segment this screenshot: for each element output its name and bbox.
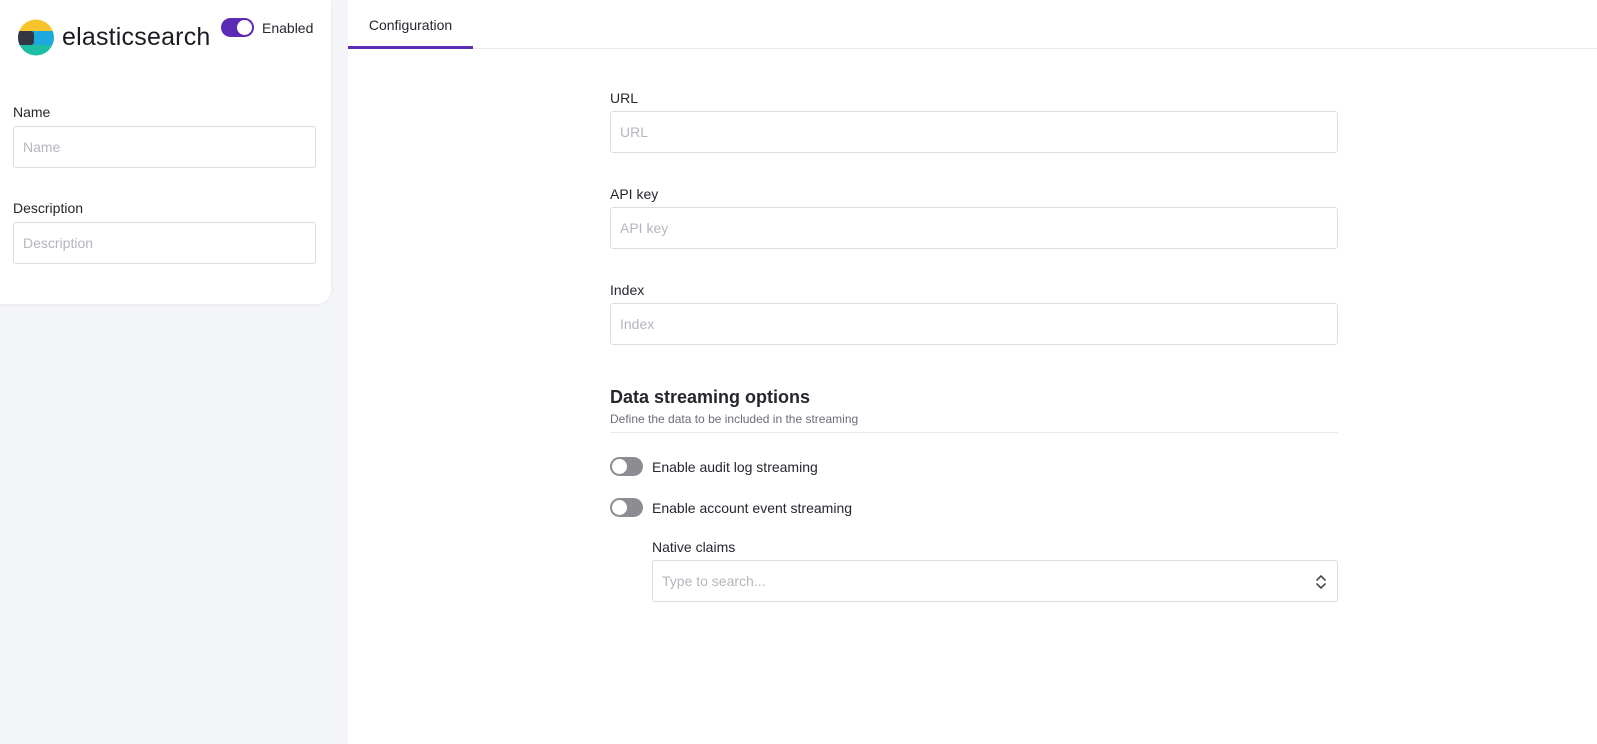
audit-log-toggle[interactable] bbox=[610, 457, 643, 476]
enabled-toggle[interactable] bbox=[221, 18, 254, 37]
audit-log-label: Enable audit log streaming bbox=[652, 458, 818, 475]
section-divider bbox=[610, 432, 1338, 433]
toggle-knob bbox=[237, 20, 252, 35]
index-label: Index bbox=[610, 282, 645, 298]
brand: elasticsearch bbox=[17, 18, 211, 57]
enabled-label: Enabled bbox=[262, 19, 314, 36]
toggle-knob bbox=[612, 459, 627, 474]
elasticsearch-logo-icon bbox=[18, 19, 54, 56]
native-claims-label: Native claims bbox=[652, 539, 736, 555]
url-input[interactable] bbox=[610, 111, 1338, 153]
section-title: Data streaming options bbox=[610, 387, 811, 407]
index-input[interactable] bbox=[610, 303, 1338, 345]
section-subtitle: Define the data to be included in the st… bbox=[610, 412, 859, 426]
tab-configuration[interactable]: Configuration bbox=[348, 0, 473, 49]
integration-name: elasticsearch bbox=[62, 23, 211, 51]
account-event-row: Enable account event streaming bbox=[610, 498, 852, 517]
chevron-up-down-icon bbox=[1316, 575, 1326, 589]
integration-card: elasticsearch Enabled Name Description bbox=[0, 0, 331, 304]
tab-bar: Configuration bbox=[348, 0, 1597, 49]
account-event-toggle[interactable] bbox=[610, 498, 643, 517]
description-label: Description bbox=[13, 200, 84, 216]
native-claims-select[interactable]: Type to search... bbox=[652, 560, 1338, 602]
native-claims-placeholder: Type to search... bbox=[662, 573, 766, 589]
enabled-switch-group: Enabled bbox=[221, 18, 313, 37]
toggle-knob bbox=[612, 500, 627, 515]
name-input[interactable] bbox=[13, 126, 316, 168]
description-input[interactable] bbox=[13, 222, 316, 264]
api-key-input[interactable] bbox=[610, 207, 1338, 249]
api-key-label: API key bbox=[610, 186, 659, 202]
account-event-label: Enable account event streaming bbox=[652, 499, 853, 516]
audit-log-row: Enable audit log streaming bbox=[610, 457, 818, 476]
url-label: URL bbox=[610, 90, 639, 106]
name-label: Name bbox=[13, 104, 51, 120]
